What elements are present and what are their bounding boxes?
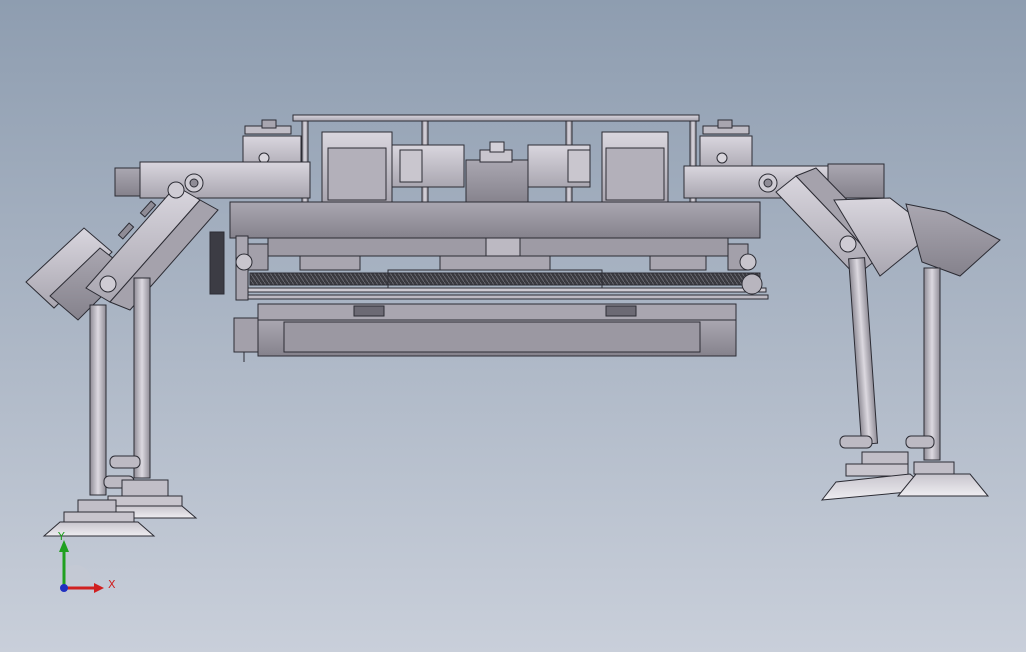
coordinate-triad: X Y xyxy=(57,530,116,593)
right-leg[interactable] xyxy=(775,167,1001,501)
left-top-servo xyxy=(114,119,311,199)
robot-assembly[interactable] xyxy=(25,114,1001,537)
model-view[interactable]: X Y xyxy=(0,0,1026,652)
x-axis-label: X xyxy=(108,578,116,591)
center-motor-block xyxy=(321,131,669,205)
z-axis-dot xyxy=(60,584,68,592)
cad-graphics-viewport[interactable]: X Y xyxy=(0,0,1026,652)
y-axis-label: Y xyxy=(57,530,65,543)
x-axis-head xyxy=(94,583,104,593)
lower-frame xyxy=(233,303,737,362)
main-chassis xyxy=(229,201,761,271)
triad-sector xyxy=(64,565,92,588)
left-leg[interactable] xyxy=(25,181,219,537)
